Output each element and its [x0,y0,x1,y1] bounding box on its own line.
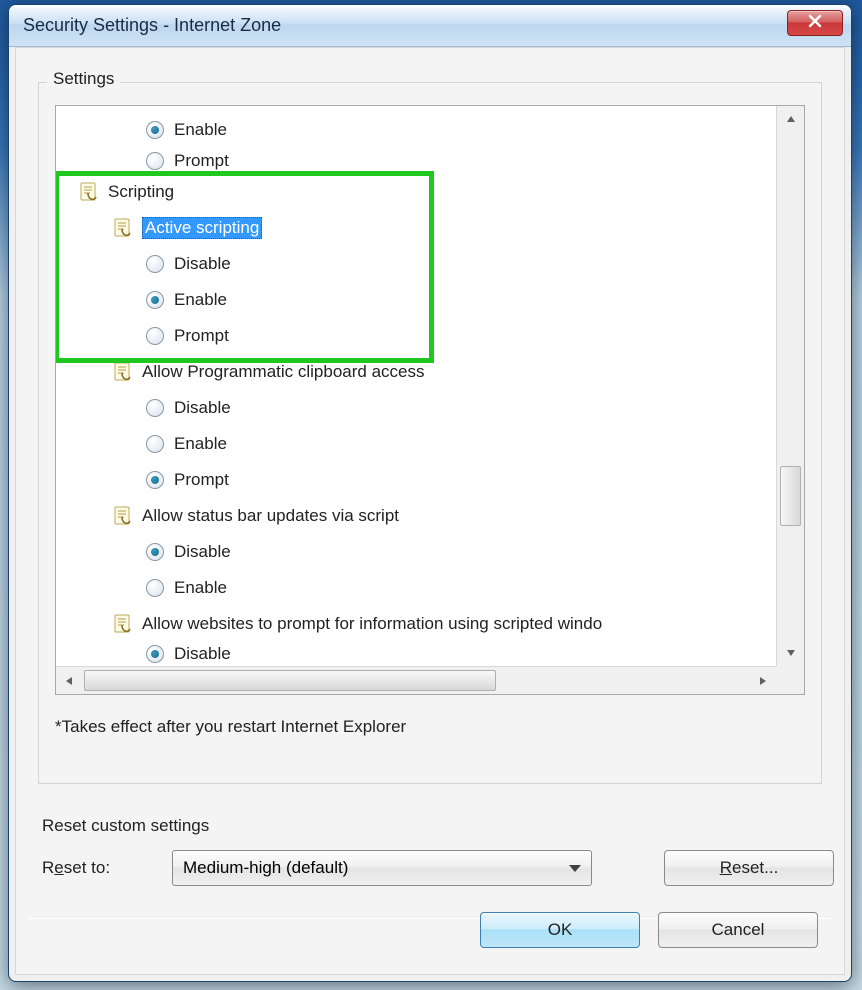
option-label: Disable [174,398,231,418]
restart-footnote: *Takes effect after you restart Internet… [55,717,406,737]
script-icon [112,613,136,635]
option-label: Enable [174,434,227,454]
radio-icon[interactable] [146,435,164,453]
scroll-up-icon[interactable] [777,106,804,132]
hscroll-track[interactable] [84,670,748,691]
item-label: Allow status bar updates via script [142,506,399,526]
settings-tree[interactable]: EnablePromptScriptingActive scriptingDis… [55,105,805,695]
chevron-down-icon [569,865,581,872]
reset-section-label: Reset custom settings [42,816,209,836]
desktop-background: Security Settings - Internet Zone Settin… [0,0,862,990]
radio-icon[interactable] [146,645,164,663]
close-icon [807,14,823,32]
groupbox-label: Settings [47,69,120,89]
radio-icon[interactable] [146,291,164,309]
ok-button[interactable]: OK [480,912,640,948]
radio-icon[interactable] [146,471,164,489]
tree-item[interactable]: Active scripting [56,210,776,246]
titlebar[interactable]: Security Settings - Internet Zone [9,5,851,47]
radio-icon[interactable] [146,327,164,345]
scroll-down-icon[interactable] [777,640,804,666]
dialog-window: Security Settings - Internet Zone Settin… [8,4,852,982]
option-label: Prompt [174,470,229,490]
radio-icon[interactable] [146,579,164,597]
option-label: Enable [174,120,227,140]
tree-radio-option[interactable]: Disable [56,246,776,282]
client-area: Settings EnablePromptScriptingActive scr… [15,47,845,975]
tree-radio-option[interactable]: Disable [56,534,776,570]
item-label: Scripting [108,182,174,202]
vertical-scrollbar[interactable] [776,106,804,666]
script-icon [78,181,102,203]
close-button[interactable] [787,10,843,36]
tree-radio-option[interactable]: Enable [56,112,776,148]
reset-to-label: Reset to: [42,858,172,878]
radio-icon[interactable] [146,543,164,561]
radio-icon[interactable] [146,152,164,170]
option-label: Disable [174,254,231,274]
combo-value: Medium-high (default) [183,858,569,878]
horizontal-scrollbar[interactable] [56,666,776,694]
item-label: Allow Programmatic clipboard access [142,362,425,382]
window-title: Security Settings - Internet Zone [23,15,787,36]
tree-radio-option[interactable]: Prompt [56,318,776,354]
script-icon [112,505,136,527]
tree-radio-option[interactable]: Enable [56,426,776,462]
settings-groupbox: Settings EnablePromptScriptingActive scr… [38,82,822,784]
script-icon [112,217,136,239]
tree-viewport[interactable]: EnablePromptScriptingActive scriptingDis… [56,106,776,666]
tree-item[interactable]: Allow status bar updates via script [56,498,776,534]
hscroll-thumb[interactable] [84,670,496,691]
cancel-button[interactable]: Cancel [658,912,818,948]
scroll-right-icon[interactable] [750,667,776,694]
option-label: Enable [174,578,227,598]
option-label: Disable [174,644,231,664]
dialog-buttons: OK Cancel [480,912,818,948]
scroll-corner [776,666,804,694]
reset-level-combobox[interactable]: Medium-high (default) [172,850,592,886]
reset-button[interactable]: Reset... [664,850,834,886]
script-icon [112,361,136,383]
radio-icon[interactable] [146,121,164,139]
tree-radio-option[interactable]: Prompt [56,462,776,498]
option-label: Prompt [174,326,229,346]
tree-radio-option[interactable]: Prompt [56,148,776,174]
tree-radio-option[interactable]: Disable [56,642,776,666]
radio-icon[interactable] [146,399,164,417]
reset-row: Reset to: Medium-high (default) Reset... [42,848,834,888]
vscroll-thumb[interactable] [780,466,801,526]
tree-radio-option[interactable]: Enable [56,570,776,606]
option-label: Enable [174,290,227,310]
tree-radio-option[interactable]: Enable [56,282,776,318]
option-label: Disable [174,542,231,562]
radio-icon[interactable] [146,255,164,273]
option-label: Prompt [174,151,229,171]
tree-item[interactable]: Allow websites to prompt for information… [56,606,776,642]
scroll-left-icon[interactable] [56,667,82,694]
item-label: Active scripting [142,217,262,239]
item-label: Allow websites to prompt for information… [142,614,602,634]
tree-item[interactable]: Allow Programmatic clipboard access [56,354,776,390]
tree-radio-option[interactable]: Disable [56,390,776,426]
tree-section: Scripting [56,174,776,210]
